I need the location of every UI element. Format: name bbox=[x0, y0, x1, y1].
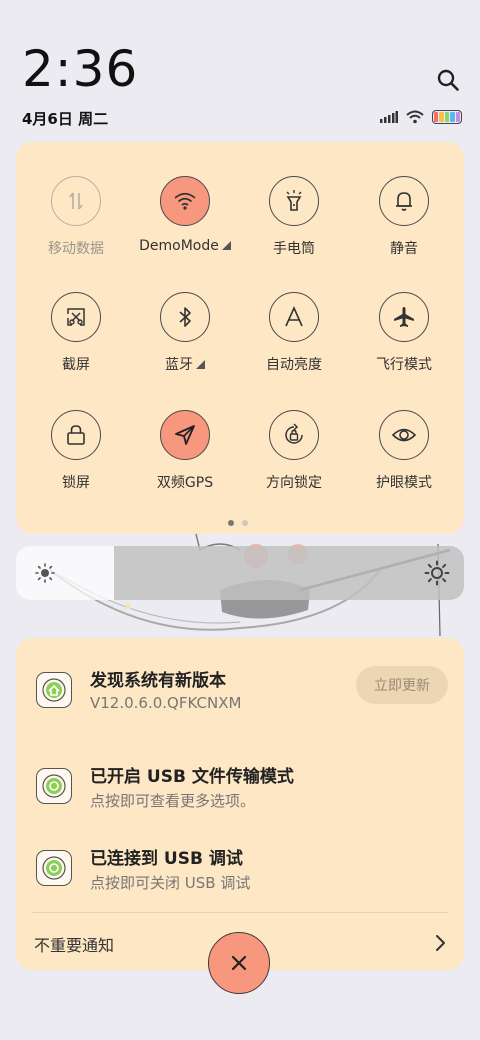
search-icon[interactable] bbox=[436, 68, 460, 92]
page-dot-active bbox=[228, 520, 234, 526]
tile-label-row: 蓝牙 bbox=[165, 354, 205, 374]
mobile-data-icon bbox=[51, 176, 101, 226]
tile-label: 蓝牙 bbox=[165, 357, 193, 373]
tile-gps[interactable]: 双频GPS bbox=[129, 410, 241, 492]
lock-icon bbox=[51, 410, 101, 460]
tile-label: 自动亮度 bbox=[266, 357, 322, 373]
notification-panel: 发现系统有新版本 V12.0.6.0.QFKCNXM 立即更新 已开启 USB … bbox=[16, 638, 464, 970]
flashlight-icon bbox=[269, 176, 319, 226]
submenu-triangle-icon bbox=[196, 360, 205, 369]
brightness-low-icon bbox=[35, 563, 55, 583]
airplane-icon bbox=[379, 292, 429, 342]
android-system-icon bbox=[36, 768, 72, 804]
tile-mute[interactable]: 静音 bbox=[348, 176, 460, 258]
notification-subtitle: 点按即可关闭 USB 调试 bbox=[90, 874, 251, 892]
divider bbox=[32, 912, 448, 913]
tile-label: 方向锁定 bbox=[266, 475, 322, 491]
signal-icon bbox=[380, 111, 398, 123]
submenu-triangle-icon bbox=[221, 241, 231, 250]
tile-label: 飞行模式 bbox=[376, 357, 432, 373]
wifi-status-icon bbox=[406, 110, 424, 124]
tile-flashlight[interactable]: 手电筒 bbox=[238, 176, 350, 258]
update-now-button[interactable]: 立即更新 bbox=[356, 666, 448, 704]
unimportant-notifications-link[interactable]: 不重要通知 bbox=[34, 932, 114, 956]
tile-label: 静音 bbox=[390, 241, 418, 257]
status-bar-icons bbox=[380, 108, 462, 126]
page-indicator bbox=[228, 520, 248, 526]
auto-brightness-icon bbox=[269, 292, 319, 342]
notification-system-update[interactable]: 发现系统有新版本 V12.0.6.0.QFKCNXM 立即更新 bbox=[16, 666, 464, 742]
notification-subtitle: V12.0.6.0.QFKCNXM bbox=[90, 694, 242, 712]
tile-label: DemoMode bbox=[139, 238, 219, 254]
tile-auto-brightness[interactable]: 自动亮度 bbox=[238, 292, 350, 374]
brightness-high-icon bbox=[424, 560, 450, 586]
tile-rotation-lock[interactable]: 方向锁定 bbox=[238, 410, 350, 492]
notification-title: 发现系统有新版本 bbox=[90, 671, 226, 691]
android-system-icon bbox=[36, 850, 72, 886]
wifi-icon bbox=[160, 176, 210, 226]
notification-subtitle: 点按即可查看更多选项。 bbox=[90, 792, 256, 810]
clear-all-button[interactable] bbox=[208, 932, 270, 994]
tile-label: 截屏 bbox=[62, 357, 90, 373]
screenshot-icon bbox=[51, 292, 101, 342]
tile-wifi[interactable]: DemoMode bbox=[129, 176, 241, 254]
brightness-track bbox=[114, 546, 464, 600]
bluetooth-icon bbox=[160, 292, 210, 342]
tile-bluetooth[interactable]: 蓝牙 bbox=[129, 292, 241, 374]
date-label[interactable]: 4月6日 周二 bbox=[22, 108, 108, 129]
brightness-slider[interactable] bbox=[16, 546, 464, 600]
rotation-lock-icon bbox=[269, 410, 319, 460]
tile-label: 双频GPS bbox=[156, 475, 214, 491]
close-icon bbox=[231, 955, 247, 971]
tile-mobile-data[interactable]: 移动数据 bbox=[20, 176, 132, 258]
tile-label: 护眼模式 bbox=[376, 475, 432, 491]
tile-label: 锁屏 bbox=[62, 475, 90, 491]
notification-usb-debugging[interactable]: 已连接到 USB 调试 点按即可关闭 USB 调试 bbox=[16, 849, 464, 920]
gps-icon bbox=[160, 410, 210, 460]
tile-label-row: DemoMode bbox=[139, 238, 231, 254]
tile-screenshot[interactable]: 截屏 bbox=[20, 292, 132, 374]
tile-eye-care[interactable]: 护眼模式 bbox=[348, 410, 460, 492]
chevron-right-icon[interactable] bbox=[434, 934, 446, 952]
tile-label: 手电筒 bbox=[273, 241, 315, 257]
notification-usb-transfer[interactable]: 已开启 USB 文件传输模式 点按即可查看更多选项。 bbox=[16, 767, 464, 838]
tile-label: 移动数据 bbox=[48, 241, 104, 257]
tile-lock-screen[interactable]: 锁屏 bbox=[20, 410, 132, 492]
clock-time[interactable]: 2:36 bbox=[22, 44, 138, 94]
bell-icon bbox=[379, 176, 429, 226]
notification-title: 已连接到 USB 调试 bbox=[90, 849, 243, 869]
updater-app-icon bbox=[36, 672, 72, 708]
eye-icon bbox=[379, 410, 429, 460]
quick-settings-panel: 移动数据 DemoMode 手电筒 静音 截屏 蓝牙 自动亮度 飞行模式 锁屏 … bbox=[16, 142, 464, 534]
notification-title: 已开启 USB 文件传输模式 bbox=[90, 767, 294, 787]
tile-airplane[interactable]: 飞行模式 bbox=[348, 292, 460, 374]
page-dot bbox=[242, 520, 248, 526]
battery-icon bbox=[432, 110, 462, 124]
